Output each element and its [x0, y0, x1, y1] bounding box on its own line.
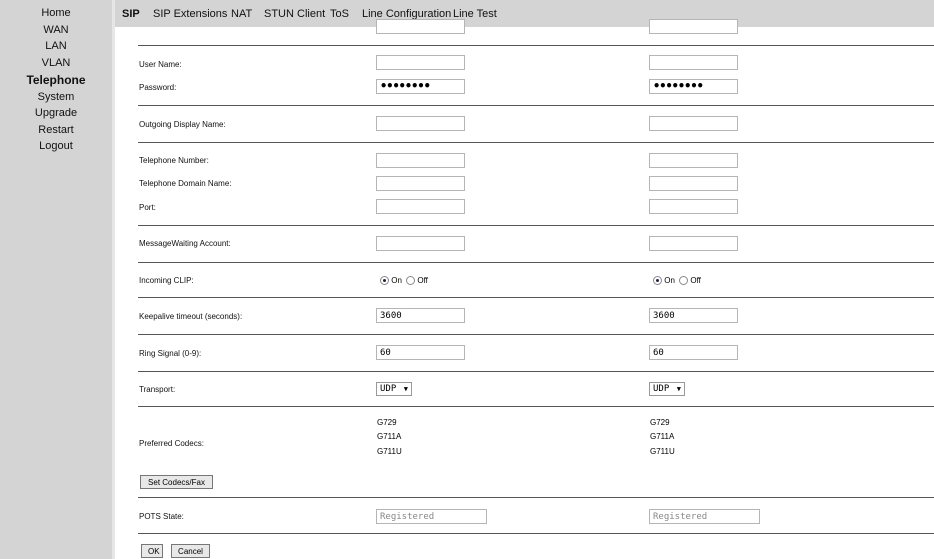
telephone-domain-name-label: Telephone Domain Name: — [139, 179, 232, 188]
transport-label: Transport: — [139, 385, 176, 394]
set-codecs-fax-button[interactable]: Set Codecs/Fax — [140, 475, 213, 489]
line1-password-input[interactable]: •••••••• — [376, 79, 465, 94]
line1-clip-on-radio[interactable] — [380, 276, 389, 286]
chevron-down-icon: ▼ — [403, 385, 408, 393]
line2-port-input[interactable] — [649, 199, 738, 214]
ok-button[interactable]: OK — [141, 544, 163, 558]
tab-stun-client[interactable]: STUN Client — [264, 8, 325, 20]
pots-state-label: POTS State: — [139, 512, 184, 521]
sidebar-nav: Home WAN LAN VLAN Telephone System Upgra… — [0, 0, 112, 559]
line2-ring-signal-input[interactable]: 60 — [649, 345, 738, 360]
sidebar-item-vlan[interactable]: VLAN — [0, 57, 112, 69]
sidebar-item-restart[interactable]: Restart — [0, 124, 112, 136]
preferred-codecs-label: Preferred Codecs: — [139, 439, 204, 448]
divider — [138, 225, 934, 226]
line1-codec-item: G729 — [377, 418, 397, 427]
line1-telephone-number-input[interactable] — [376, 153, 465, 168]
sidebar-item-upgrade[interactable]: Upgrade — [0, 107, 112, 119]
ring-signal-label: Ring Signal (0-9): — [139, 349, 202, 358]
line2-clip-off-label: Off — [690, 276, 701, 285]
outgoing-display-name-label: Outgoing Display Name: — [139, 120, 226, 129]
divider — [138, 533, 934, 534]
line1-ring-signal-input[interactable]: 60 — [376, 345, 465, 360]
line1-user-name-input[interactable] — [376, 55, 465, 70]
line1-hidden-input[interactable] — [376, 19, 465, 34]
divider — [138, 371, 934, 372]
line2-telephone-domain-input[interactable] — [649, 176, 738, 191]
line2-clip-radio-group: On Off — [653, 276, 701, 286]
tab-bar: SIP SIP Extensions NAT STUN Client ToS L… — [115, 0, 934, 27]
line1-transport-value: UDP — [380, 384, 397, 394]
line2-transport-value: UDP — [653, 384, 670, 394]
sidebar-item-telephone[interactable]: Telephone — [0, 73, 112, 87]
port-label: Port: — [139, 203, 156, 212]
line1-keepalive-input[interactable]: 3600 — [376, 308, 465, 323]
line1-port-input[interactable] — [376, 199, 465, 214]
divider — [138, 497, 934, 498]
line1-clip-radio-group: On Off — [380, 276, 428, 286]
sip-settings-form: User Name: Password: •••••••• •••••••• O… — [115, 19, 934, 559]
chevron-down-icon: ▼ — [676, 385, 681, 393]
incoming-clip-label: Incoming CLIP: — [139, 276, 194, 285]
cancel-button[interactable]: Cancel — [171, 544, 210, 558]
tab-sip[interactable]: SIP — [122, 8, 140, 20]
sidebar-item-logout[interactable]: Logout — [0, 140, 112, 152]
line1-clip-off-label: Off — [417, 276, 428, 285]
line1-clip-on-label: On — [391, 276, 402, 285]
line1-outgoing-display-name-input[interactable] — [376, 116, 465, 131]
user-name-label: User Name: — [139, 60, 182, 69]
line1-message-waiting-input[interactable] — [376, 236, 465, 251]
tab-nat[interactable]: NAT — [231, 8, 252, 20]
line2-clip-off-radio[interactable] — [679, 276, 689, 286]
message-waiting-label: MessageWaiting Account: — [139, 239, 231, 248]
sidebar-item-wan[interactable]: WAN — [0, 24, 112, 36]
line2-hidden-input[interactable] — [649, 19, 738, 34]
divider — [138, 297, 934, 298]
line2-message-waiting-input[interactable] — [649, 236, 738, 251]
divider — [138, 45, 934, 46]
line2-password-input[interactable]: •••••••• — [649, 79, 738, 94]
line1-telephone-domain-input[interactable] — [376, 176, 465, 191]
divider — [138, 142, 934, 143]
line2-user-name-input[interactable] — [649, 55, 738, 70]
line2-telephone-number-input[interactable] — [649, 153, 738, 168]
tab-sip-extensions[interactable]: SIP Extensions — [153, 8, 227, 20]
line1-transport-select[interactable]: UDP ▼ — [376, 382, 412, 396]
line2-codec-item: G711U — [650, 447, 675, 456]
line1-codec-item: G711A — [377, 432, 402, 441]
line1-clip-off-radio[interactable] — [406, 276, 416, 286]
line2-keepalive-input[interactable]: 3600 — [649, 308, 738, 323]
divider — [138, 105, 934, 106]
sidebar-item-lan[interactable]: LAN — [0, 40, 112, 52]
telephone-number-label: Telephone Number: — [139, 156, 209, 165]
keepalive-label: Keepalive timeout (seconds): — [139, 312, 243, 321]
password-label: Password: — [139, 83, 177, 92]
line2-clip-on-label: On — [664, 276, 675, 285]
line1-pots-state-field: Registered — [376, 509, 487, 524]
line1-codec-item: G711U — [377, 447, 402, 456]
line2-codec-item: G711A — [650, 432, 675, 441]
divider — [138, 334, 934, 335]
sidebar-item-home[interactable]: Home — [0, 7, 112, 19]
line2-clip-on-radio[interactable] — [653, 276, 662, 286]
line2-pots-state-field: Registered — [649, 509, 760, 524]
sidebar-item-system[interactable]: System — [0, 91, 112, 103]
tab-tos[interactable]: ToS — [330, 8, 349, 20]
divider — [138, 406, 934, 407]
line2-outgoing-display-name-input[interactable] — [649, 116, 738, 131]
line2-codec-item: G729 — [650, 418, 670, 427]
line2-transport-select[interactable]: UDP ▼ — [649, 382, 685, 396]
divider — [138, 262, 934, 263]
